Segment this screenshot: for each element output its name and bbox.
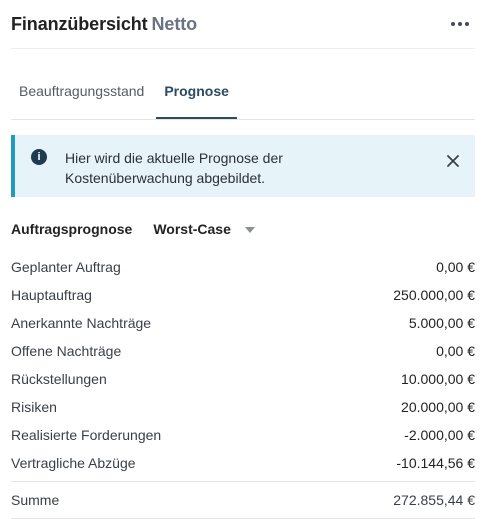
table-row: Anerkannte Nachträge 5.000,00 € <box>11 309 475 337</box>
row-value: -10.144,56 € <box>396 455 475 471</box>
close-button[interactable] <box>443 151 463 171</box>
info-text: Hier wird die aktuelle Prognose der Kost… <box>65 150 283 186</box>
tab-beauftragungsstand[interactable]: Beauftragungsstand <box>11 73 152 119</box>
row-label: Risiken <box>11 399 57 415</box>
row-label: Hauptauftrag <box>11 287 92 303</box>
info-banner: i Hier wird die aktuelle Prognose der Ko… <box>11 135 475 197</box>
more-options-button[interactable] <box>447 11 473 37</box>
forecast-dropdown[interactable]: Worst-Case <box>153 221 255 237</box>
title-subtitle: Netto <box>151 13 198 34</box>
row-label: Offene Nachträge <box>11 343 122 359</box>
card-header: Finanzübersicht Netto <box>11 0 475 49</box>
finance-overview-card: Finanzübersicht Netto Beauftragungsstand … <box>0 0 486 519</box>
sum-row: Summe 272.855,44 € <box>11 482 475 518</box>
forecast-label: Auftragsprognose <box>11 221 133 237</box>
row-label: Vertragliche Abzüge <box>11 455 136 471</box>
sum-label: Summe <box>11 492 60 508</box>
more-dot <box>465 22 469 26</box>
row-value: 250.000,00 € <box>393 287 475 303</box>
more-horizontal-icon <box>451 22 455 26</box>
table-row: Vertragliche Abzüge -10.144,56 € <box>11 449 475 477</box>
tab-bar: Beauftragungsstand Prognose <box>11 73 475 120</box>
row-value: 10.000,00 € <box>401 371 475 387</box>
tab-prognose[interactable]: Prognose <box>156 73 237 119</box>
info-icon: i <box>31 149 47 165</box>
row-value: -2.000,00 € <box>404 427 475 443</box>
forecast-selected-value: Worst-Case <box>153 221 231 237</box>
row-label: Geplanter Auftrag <box>11 259 121 275</box>
title-text: Finanzübersicht <box>11 13 148 34</box>
close-icon <box>447 155 459 167</box>
row-value: 0,00 € <box>436 343 475 359</box>
sum-value: 272.855,44 € <box>393 492 475 508</box>
table-row: Risiken 20.000,00 € <box>11 393 475 421</box>
more-dot <box>458 22 462 26</box>
row-label: Anerkannte Nachträge <box>11 315 152 331</box>
table-row: Hauptauftrag 250.000,00 € <box>11 281 475 309</box>
row-value: 20.000,00 € <box>401 399 475 415</box>
forecast-table: Geplanter Auftrag 0,00 € Hauptauftrag 25… <box>11 253 475 477</box>
row-label: Rückstellungen <box>11 371 107 387</box>
forecast-row: Auftragsprognose Worst-Case <box>11 217 475 241</box>
card-title: Finanzübersicht Netto <box>11 14 197 35</box>
table-row: Realisierte Forderungen -2.000,00 € <box>11 421 475 449</box>
table-row: Geplanter Auftrag 0,00 € <box>11 253 475 281</box>
table-row: Rückstellungen 10.000,00 € <box>11 365 475 393</box>
chevron-down-icon <box>244 227 255 233</box>
row-value: 5.000,00 € <box>408 315 475 331</box>
row-value: 0,00 € <box>436 259 475 275</box>
row-label: Realisierte Forderungen <box>11 427 162 443</box>
table-row: Offene Nachträge 0,00 € <box>11 337 475 365</box>
